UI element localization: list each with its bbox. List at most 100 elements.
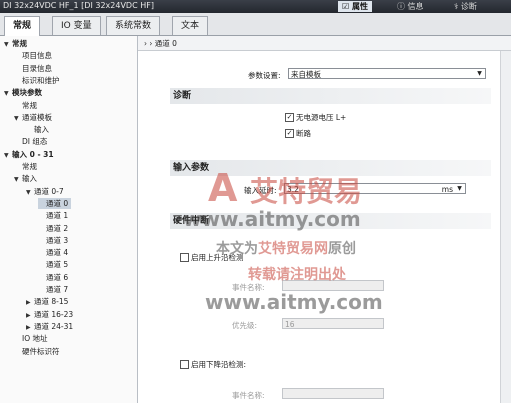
tab-general[interactable]: 常规 [4,16,41,36]
tree-item[interactable]: 标识和维护 [14,75,60,86]
watermark-url-2: www.aitmy.com [205,290,383,314]
tree-item-label: DI 组态 [22,137,48,147]
vertical-scrollbar[interactable] [500,51,511,403]
tree-item[interactable]: 输入 [26,124,49,135]
expand-arrow-icon[interactable]: ▼ [4,39,12,50]
checkbox-rising-edge[interactable] [180,253,189,262]
tree-item[interactable]: 项目信息 [14,50,52,61]
watermark-logo-icon: A [208,166,238,210]
tree-item-label: 通道 24-31 [34,321,74,331]
tree-item-label: 模块参数 [12,88,42,98]
collapse-arrow-icon[interactable]: ▶ [26,322,34,333]
watermark-line-2: 转载请注明出处 [248,267,346,283]
tree-item-label: 通道 5 [46,260,69,270]
tree-item[interactable]: 通道 1 [38,210,68,221]
priority-label: 优先级: [232,321,258,330]
checkbox-no-supply[interactable]: ✓ [285,113,294,122]
param-setting-dropdown[interactable]: 来自模板 ▼ [288,68,486,79]
falling-edge-label: 启用下降沿检测: [191,360,247,369]
tree-item[interactable]: ▶ 通道 8-15 [26,296,68,307]
checkbox-falling-edge[interactable] [180,360,189,369]
tree-item[interactable]: 通道 2 [38,223,68,234]
tree-item[interactable]: 常规 [14,161,37,172]
tree-item[interactable]: 通道 0 [38,197,72,209]
tab-system-constants[interactable]: 系统常数 [106,16,161,35]
tree-item[interactable]: IO 地址 [14,333,48,344]
tree-item-label: 标识和维护 [22,75,60,85]
tree-item[interactable]: 通道 3 [38,235,68,246]
tab-strip: 常规 IO 变量 系统常数 文本 [0,13,511,36]
checkbox-wire-break[interactable]: ✓ [285,129,294,138]
tree-item-label: 通道 4 [46,248,69,258]
tree-item-label: 项目信息 [22,51,52,61]
event-name-2-label: 事件名称: [232,391,265,400]
tab-properties-label: 属性 [351,2,368,11]
tree-item[interactable]: 通道 5 [38,259,68,270]
event-name-2-field[interactable] [282,388,384,399]
window-title: DI 32x24VDC HF_1 [DI 32x24VDC HF] [3,1,154,10]
expand-arrow-icon[interactable]: ▼ [4,150,12,161]
diagnostics-icon: ⚕ [454,2,459,11]
tree-item[interactable]: ▼ 模块参数 [4,87,42,98]
param-setting-value: 来自模板 [291,70,321,79]
expand-arrow-icon[interactable]: ▼ [26,187,34,198]
watermark-line-1c: 原创 [328,241,356,257]
tab-properties[interactable]: ☑ 属性 [338,1,372,12]
tree-item-label: 输入 [34,125,49,135]
tree-item[interactable]: ▼ 常规 [4,38,27,49]
tree-item[interactable]: 通道 7 [38,284,68,295]
tree-item-label: 通道模板 [22,112,52,122]
expand-arrow-icon[interactable]: ▼ [14,113,22,124]
tree-item[interactable]: 硬件标识符 [14,346,60,357]
expand-arrow-icon[interactable]: ▼ [14,174,22,185]
tree-item-label: 通道 6 [46,272,69,282]
tree-item[interactable]: 常规 [14,100,37,111]
tab-info[interactable]: ⓘ 信息 [393,1,428,12]
watermark-brand: 艾特贸易 [250,175,363,208]
tree-item-label: 常规 [12,39,27,48]
wire-break-label: 断路 [296,129,311,138]
tree-item-label: 通道 0-7 [34,186,64,196]
tab-info-label: 信息 [407,2,424,11]
tab-diagnostics[interactable]: ⚕ 诊断 [450,1,481,12]
expand-arrow-icon[interactable]: ▼ [4,88,12,99]
tree-item[interactable]: ▶ 通道 24-31 [26,321,73,332]
priority-field[interactable]: 16 [282,318,384,329]
tree-item-label: 通道 16-23 [34,309,74,319]
tree-item[interactable]: ▼ 输入 [14,173,37,184]
tree-item-label: 通道 2 [46,223,69,233]
tab-io-tags[interactable]: IO 变量 [52,16,101,35]
tab-texts[interactable]: 文本 [172,16,209,35]
navigation-tree: ▼ 常规 项目信息 目录信息 标识和维护 ▼ 模块参数 常规 ▼ 通道模板 输入 DI 组态 ▼ 输入 0… [0,36,138,403]
collapse-arrow-icon[interactable]: ▶ [26,310,34,321]
tree-item[interactable]: 通道 4 [38,247,68,258]
no-supply-label: 无电源电压 L+ [296,113,347,122]
section-diagnostics: 诊断 [170,88,491,104]
tree-item-label: 常规 [22,100,37,110]
watermark-url-1: www.aitmy.com [183,207,361,231]
watermark-line-1a: 本文为 [216,241,258,257]
watermark-line-1: 本文为艾特贸易网原创 [216,238,356,258]
tree-item-label: 通道 8-15 [34,297,69,307]
tree-item[interactable]: ▼ 输入 0 - 31 [4,149,54,160]
tree-item-label: 通道 1 [46,211,69,221]
info-icon: ⓘ [397,2,405,11]
collapse-arrow-icon[interactable]: ▶ [26,297,34,308]
input-delay-unit: ms [441,185,453,194]
tree-item[interactable]: ▼ 通道 0-7 [26,186,64,197]
watermark-line-1b: 艾特贸易网 [258,241,328,257]
tree-item-label: 输入 0 - 31 [12,149,54,159]
tree-item-label: 常规 [22,162,37,171]
tree-item[interactable]: DI 组态 [14,136,47,147]
title-bar: DI 32x24VDC HF_1 [DI 32x24VDC HF] ☑ 属性 ⓘ… [0,0,511,13]
chevron-down-icon: ▼ [477,70,482,77]
param-setting-label: 参数设置: [248,71,281,80]
tree-item[interactable]: 目录信息 [14,63,52,74]
tree-item[interactable]: ▶ 通道 16-23 [26,309,73,320]
tree-item[interactable]: ▼ 通道模板 [14,112,52,123]
tree-item-label: 通道 0 [46,198,69,208]
tree-item-label: 输入 [22,174,37,184]
tab-diagnostics-label: 诊断 [460,2,477,11]
tree-item-label: IO 地址 [22,334,48,344]
tree-item[interactable]: 通道 6 [38,272,68,283]
